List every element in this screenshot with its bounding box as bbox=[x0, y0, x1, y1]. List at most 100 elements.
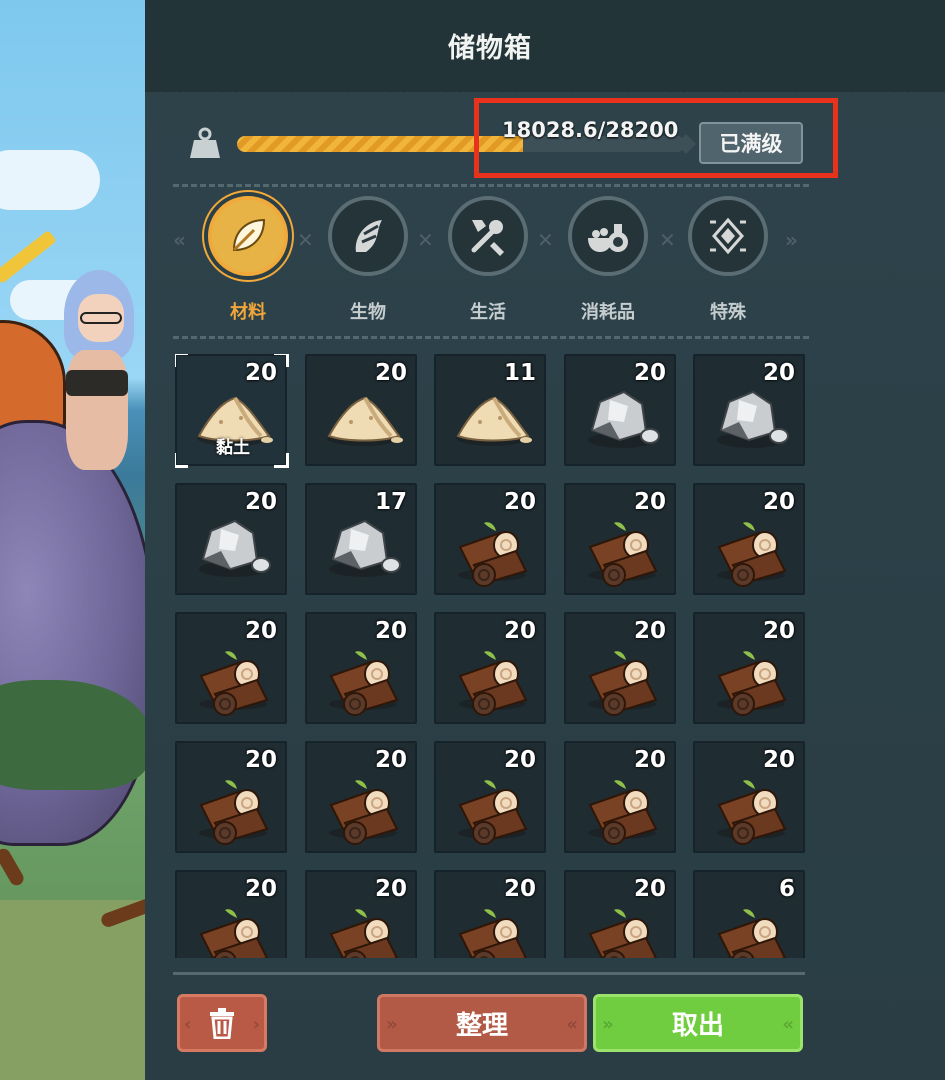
wood-item-icon bbox=[458, 651, 528, 716]
inventory-slot[interactable]: 20 bbox=[175, 612, 287, 724]
inventory-grid: 20 黏土 20 11 20 20 20 17 20 20 20 20 20 20 20 20 20 20 20 20… bbox=[175, 354, 805, 958]
item-quantity: 20 bbox=[762, 618, 795, 644]
item-quantity: 6 bbox=[778, 876, 795, 902]
inventory-slot[interactable]: 17 bbox=[305, 483, 417, 595]
tab-label: 特殊 bbox=[710, 302, 746, 323]
stone-item-icon bbox=[588, 390, 660, 448]
inventory-slot[interactable]: 20 bbox=[693, 483, 805, 595]
wood-item-icon bbox=[199, 909, 269, 958]
wood-item-icon bbox=[588, 780, 658, 845]
item-quantity: 20 bbox=[244, 876, 277, 902]
item-quantity: 20 bbox=[762, 360, 795, 386]
stone-item-icon bbox=[329, 519, 401, 577]
item-quantity: 20 bbox=[374, 747, 407, 773]
wood-item-icon bbox=[717, 909, 787, 958]
panel-title: 储物箱 bbox=[448, 33, 532, 64]
game-scene-background bbox=[0, 0, 150, 1080]
clay-item-icon bbox=[327, 396, 403, 446]
item-quantity: 20 bbox=[244, 360, 277, 386]
wood-item-icon bbox=[199, 651, 269, 716]
tab-creatures[interactable]: 生物 bbox=[325, 196, 411, 326]
wood-item-icon bbox=[717, 780, 787, 845]
inventory-slot[interactable]: 20 bbox=[305, 741, 417, 853]
clay-item-icon bbox=[456, 396, 532, 446]
sort-button-label: 整理 bbox=[455, 1010, 508, 1041]
item-quantity: 20 bbox=[633, 489, 666, 515]
wood-item-icon bbox=[588, 651, 658, 716]
wood-item-icon bbox=[588, 909, 658, 958]
wood-item-icon bbox=[717, 651, 787, 716]
tools-icon bbox=[471, 220, 504, 256]
item-quantity: 20 bbox=[503, 747, 536, 773]
inventory-slot[interactable]: 20 bbox=[305, 612, 417, 724]
item-quantity: 20 bbox=[762, 489, 795, 515]
inventory-slot[interactable]: 20 bbox=[305, 870, 417, 958]
inventory-slot[interactable]: 20 bbox=[175, 483, 287, 595]
item-quantity: 20 bbox=[762, 747, 795, 773]
item-quantity: 20 bbox=[244, 618, 277, 644]
stone-item-icon bbox=[199, 519, 271, 577]
inventory-slot[interactable]: 20 bbox=[175, 741, 287, 853]
wood-item-icon bbox=[199, 780, 269, 845]
item-quantity: 20 bbox=[244, 747, 277, 773]
tab-label: 生物 bbox=[350, 302, 386, 323]
item-name: 黏土 bbox=[216, 438, 250, 458]
tab-label: 生活 bbox=[470, 302, 506, 323]
item-quantity: 20 bbox=[633, 618, 666, 644]
item-quantity: 20 bbox=[374, 618, 407, 644]
trash-icon bbox=[210, 1008, 234, 1039]
tab-life[interactable]: 生活 bbox=[445, 196, 531, 326]
item-quantity: 20 bbox=[503, 618, 536, 644]
inventory-slot[interactable]: 20 bbox=[564, 612, 676, 724]
wood-item-icon bbox=[329, 909, 399, 958]
inventory-slot[interactable]: 20 bbox=[305, 354, 417, 466]
inventory-slot[interactable]: 6 bbox=[693, 870, 805, 958]
inventory-slot[interactable]: 20 bbox=[434, 870, 546, 958]
tab-consumables[interactable]: 消耗品 bbox=[565, 196, 651, 326]
take-out-button-label: 取出 bbox=[671, 1010, 724, 1041]
creature-claw-icon bbox=[355, 220, 382, 252]
inventory-slot[interactable]: 20 bbox=[564, 483, 676, 595]
stone-item-icon bbox=[717, 390, 789, 448]
item-quantity: 20 bbox=[503, 876, 536, 902]
item-quantity: 11 bbox=[503, 360, 536, 386]
delete-button[interactable]: ‹ › bbox=[177, 994, 267, 1052]
special-gem-icon bbox=[710, 217, 746, 255]
item-quantity: 20 bbox=[633, 876, 666, 902]
wood-item-icon bbox=[458, 522, 528, 587]
item-quantity: 20 bbox=[374, 876, 407, 902]
inventory-slot[interactable]: 20 bbox=[434, 612, 546, 724]
tab-label: 消耗品 bbox=[581, 302, 635, 323]
tab-label: 材料 bbox=[230, 302, 266, 323]
tab-materials[interactable]: 材料 bbox=[205, 196, 291, 326]
take-out-button[interactable]: » 取出 « bbox=[593, 994, 803, 1052]
player-character bbox=[60, 270, 140, 480]
wood-item-icon bbox=[329, 780, 399, 845]
item-quantity: 20 bbox=[244, 489, 277, 515]
weight-icon bbox=[190, 127, 220, 158]
inventory-slot[interactable]: 20 黏土 bbox=[175, 354, 289, 468]
inventory-slot[interactable]: 20 bbox=[693, 354, 805, 466]
item-quantity: 20 bbox=[503, 489, 536, 515]
item-quantity: 20 bbox=[374, 360, 407, 386]
inventory-slot[interactable]: 11 bbox=[434, 354, 546, 466]
sort-button[interactable]: » 整理 « bbox=[377, 994, 587, 1052]
wood-item-icon bbox=[588, 522, 658, 587]
inventory-slot[interactable]: 20 bbox=[564, 870, 676, 958]
annotation-highlight-box bbox=[474, 98, 838, 178]
tab-special[interactable]: 特殊 bbox=[685, 196, 771, 326]
inventory-slot[interactable]: 20 bbox=[175, 870, 287, 958]
inventory-slot[interactable]: 20 bbox=[434, 741, 546, 853]
inventory-slot[interactable]: 20 bbox=[693, 741, 805, 853]
inventory-slot[interactable]: 20 bbox=[564, 354, 676, 466]
inventory-slot[interactable]: 20 bbox=[693, 612, 805, 724]
wood-item-icon bbox=[329, 651, 399, 716]
item-quantity: 17 bbox=[374, 489, 407, 515]
leaf-icon bbox=[232, 218, 266, 252]
inventory-slot[interactable]: 20 bbox=[564, 741, 676, 853]
item-quantity: 20 bbox=[633, 360, 666, 386]
potion-food-icon bbox=[588, 224, 628, 252]
storage-panel: 储物箱 18028.6/28200 已满级 « ✕ ✕ ✕ ✕ » 材料 生物 … bbox=[145, 0, 945, 1080]
inventory-slot[interactable]: 20 bbox=[434, 483, 546, 595]
wood-item-icon bbox=[717, 522, 787, 587]
